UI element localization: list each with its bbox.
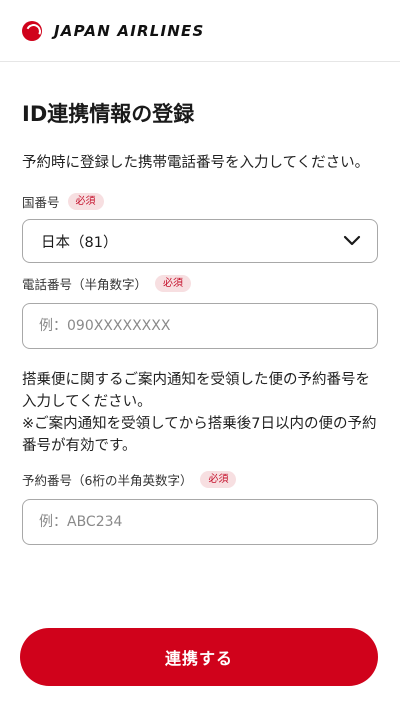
country-code-selected-value: 日本（81） (41, 234, 118, 251)
link-submit-button[interactable]: 連携する (20, 628, 378, 686)
phone-number-field: 電話番号（半角数字） 必須 (22, 273, 378, 349)
booking-number-label-row: 予約番号（6桁の半角英数字） 必須 (22, 469, 378, 489)
intro-text: 予約時に登録した携帯電話番号を入力してください。 (22, 155, 370, 171)
required-badge: 必須 (200, 470, 237, 488)
booking-note-caution: ※ご案内通知を受領してから搭乗後7日以内の便の予約番号が有効です。 (22, 416, 377, 454)
chevron-down-icon (343, 235, 361, 246)
booking-note: 搭乗便に関するご案内通知を受領した便の予約番号を入力してください。 ※ご案内通知… (22, 369, 378, 457)
phone-number-label-row: 電話番号（半角数字） 必須 (22, 273, 378, 293)
app-header: JAPAN AIRLINES (0, 0, 400, 62)
jal-crane-logo-icon (22, 20, 42, 41)
phone-number-label: 電話番号（半角数字） (22, 276, 148, 292)
country-code-label: 国番号 (22, 194, 60, 210)
booking-number-field: 予約番号（6桁の半角英数字） 必須 (22, 469, 378, 545)
country-code-label-row: 国番号 必須 (22, 191, 378, 211)
required-badge: 必須 (155, 274, 192, 292)
country-code-field: 国番号 必須 日本（81） (22, 191, 378, 263)
booking-number-label: 予約番号（6桁の半角英数字） (22, 472, 193, 488)
submit-button-label: 連携する (164, 649, 233, 668)
phone-number-input[interactable] (22, 303, 378, 349)
main-content: ID連携情報の登録 予約時に登録した携帯電話番号を入力してください。 国番号 必… (0, 100, 400, 545)
booking-number-input[interactable] (22, 499, 378, 545)
page-title: ID連携情報の登録 (22, 102, 195, 126)
brand-logo-text: JAPAN AIRLINES (54, 21, 205, 40)
country-code-select[interactable]: 日本（81） (22, 219, 378, 263)
booking-note-line: 搭乗便に関するご案内通知を受領した便の予約番号を入力してください。 (22, 372, 370, 410)
required-badge: 必須 (67, 192, 104, 210)
